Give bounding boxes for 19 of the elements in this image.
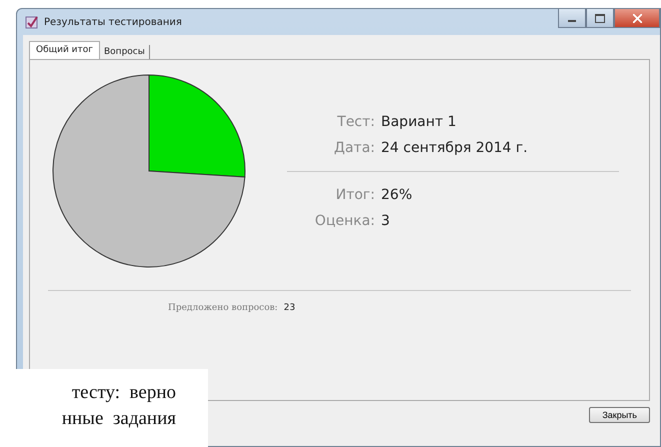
field-label: Предложено вопросов: xyxy=(168,303,278,313)
window-title: Результаты тестирования xyxy=(44,16,183,28)
field-label: Оценка: xyxy=(314,212,375,230)
document-text: тесту: верно xyxy=(72,381,176,405)
field-label: Итог: xyxy=(334,186,375,204)
close-button[interactable] xyxy=(614,9,660,28)
maximize-button[interactable] xyxy=(586,9,614,28)
field-value: 23 xyxy=(284,303,296,313)
tab[interactable]: Общий итог xyxy=(29,41,100,59)
field-value: 26% xyxy=(381,186,412,204)
close-button[interactable]: Закрыть xyxy=(589,407,650,423)
document-text: нные задания xyxy=(62,407,176,431)
field-label: Дата: xyxy=(333,138,375,156)
field-label: Тест: xyxy=(336,112,375,130)
app-icon xyxy=(25,15,39,29)
field-value: 3 xyxy=(381,212,390,230)
field-value: 24 сентября 2014 г. xyxy=(381,138,528,156)
field-value: Вариант 1 xyxy=(381,112,456,130)
minimize-button[interactable] xyxy=(558,9,586,28)
